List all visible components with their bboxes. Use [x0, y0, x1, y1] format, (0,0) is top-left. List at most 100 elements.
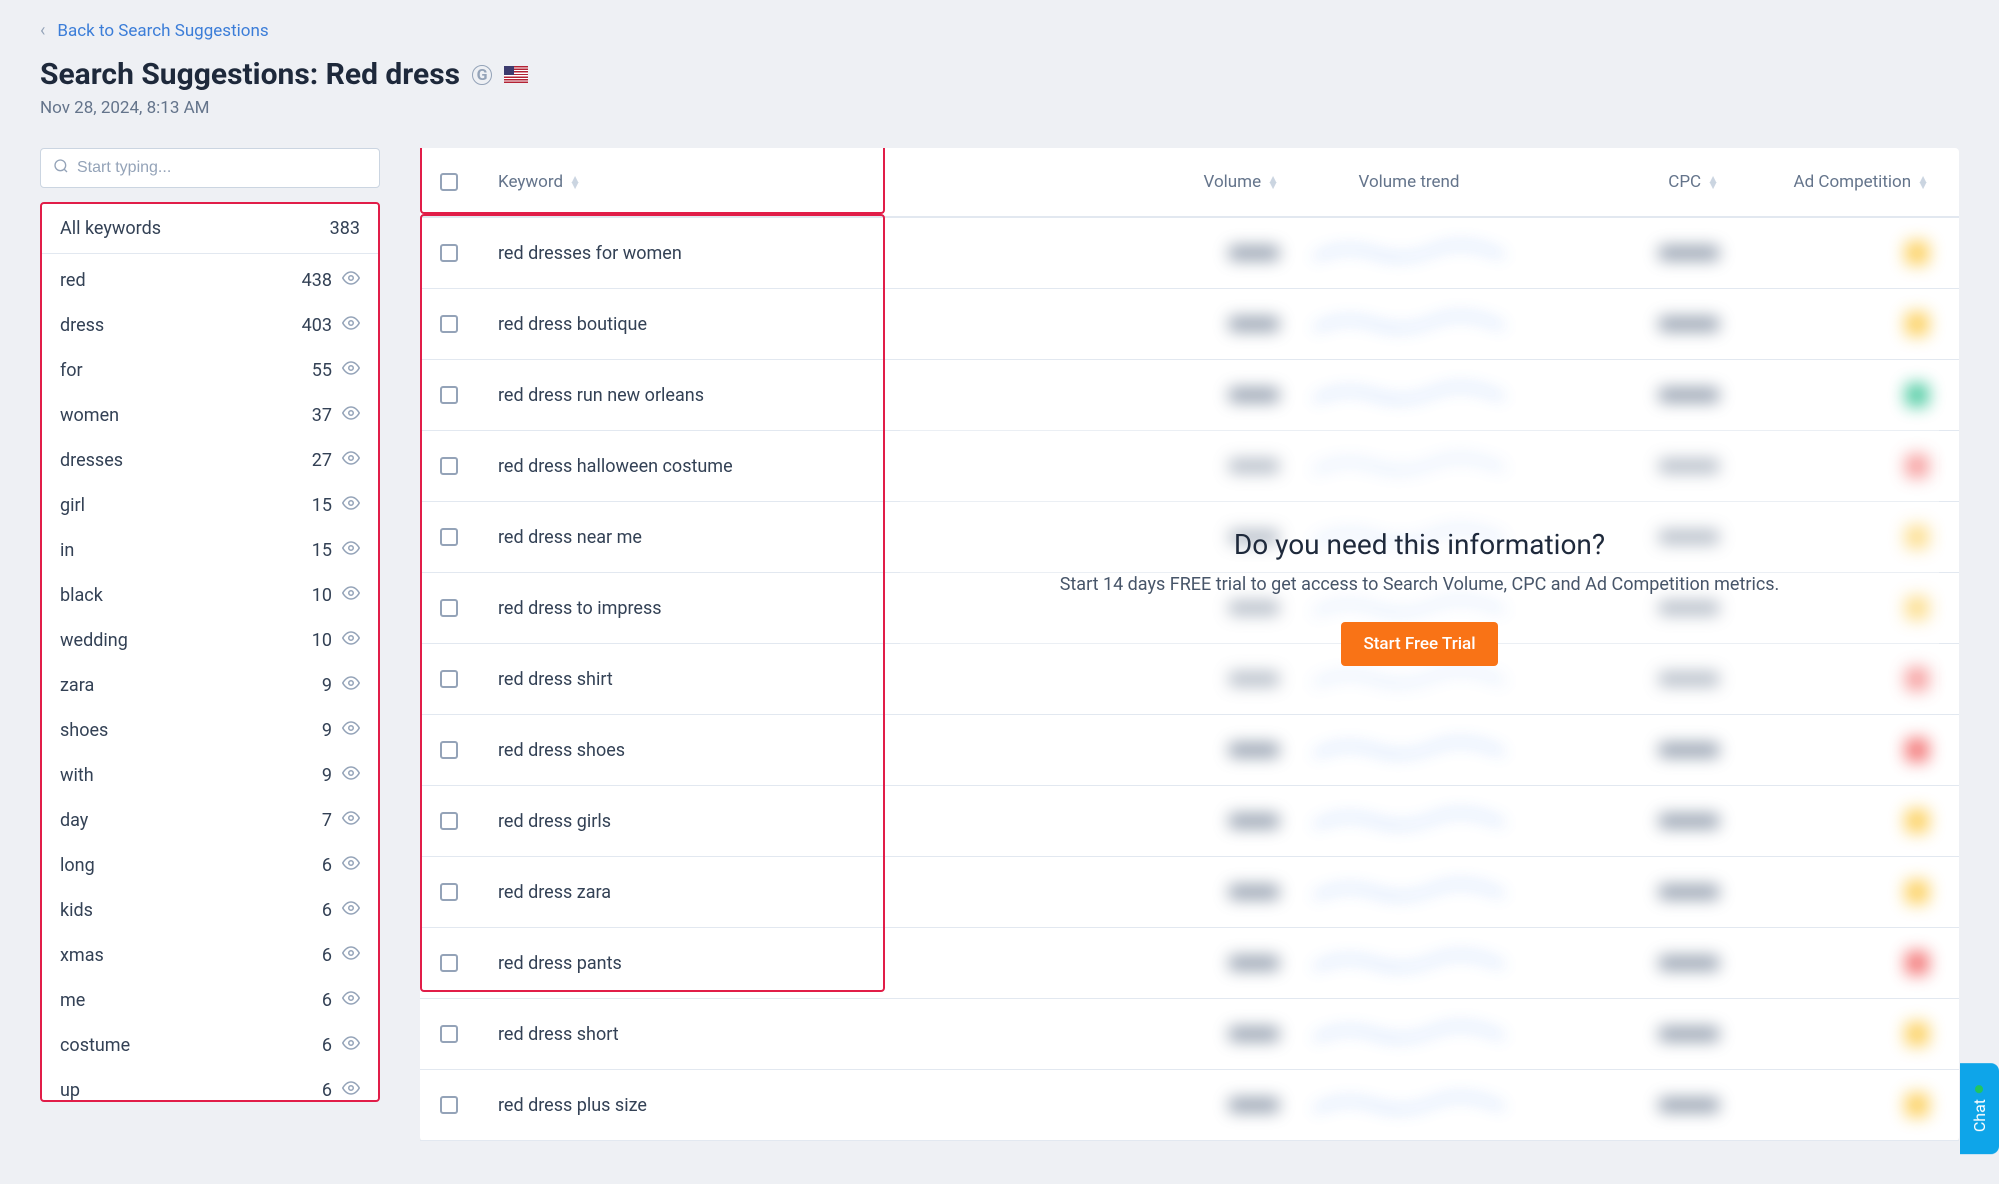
keyword-cell[interactable]: red dress short [498, 1024, 619, 1045]
keyword-filter-header[interactable]: All keywords 383 [42, 204, 378, 254]
keyword-filter-list[interactable]: red 438 dress 403 for 55 women 37 dresse… [42, 254, 378, 1100]
eye-icon[interactable] [342, 854, 360, 877]
keyword-filter-item[interactable]: me 6 [42, 978, 378, 1023]
google-icon: G [472, 65, 492, 85]
chat-tab[interactable]: Chat [1960, 1063, 1999, 1154]
keyword-cell[interactable]: red dress zara [498, 882, 611, 903]
cpc-cell-blurred [1659, 246, 1719, 260]
keyword-filter-item[interactable]: day 7 [42, 798, 378, 843]
keyword-filter-item[interactable]: costume 6 [42, 1023, 378, 1068]
eye-icon[interactable] [342, 899, 360, 922]
keyword-filter-item[interactable]: for 55 [42, 348, 378, 393]
keyword-filter-count: 9 [282, 675, 332, 696]
online-status-icon [1976, 1085, 1984, 1093]
volume-cell-blurred [1229, 1098, 1279, 1112]
row-checkbox[interactable] [440, 315, 458, 333]
row-checkbox[interactable] [440, 528, 458, 546]
eye-icon[interactable] [342, 584, 360, 607]
keyword-filter-item[interactable]: in 15 [42, 528, 378, 573]
eye-icon[interactable] [342, 944, 360, 967]
eye-icon[interactable] [342, 674, 360, 697]
keyword-filter-item[interactable]: girl 15 [42, 483, 378, 528]
start-trial-button[interactable]: Start Free Trial [1341, 622, 1497, 666]
timestamp: Nov 28, 2024, 8:13 AM [40, 98, 1959, 118]
keyword-filter-item[interactable]: dresses 27 [42, 438, 378, 483]
row-checkbox[interactable] [440, 244, 458, 262]
keyword-filter-item[interactable]: black 10 [42, 573, 378, 618]
eye-icon[interactable] [342, 1079, 360, 1100]
volume-cell-blurred [1229, 388, 1279, 402]
search-box[interactable] [40, 148, 380, 188]
eye-icon[interactable] [342, 629, 360, 652]
keyword-filter-item[interactable]: up 6 [42, 1068, 378, 1100]
keyword-filter-item[interactable]: wedding 10 [42, 618, 378, 663]
keyword-filter-item[interactable]: shoes 9 [42, 708, 378, 753]
eye-icon[interactable] [342, 404, 360, 427]
keyword-cell[interactable]: red dress run new orleans [498, 385, 704, 406]
eye-icon[interactable] [342, 719, 360, 742]
cpc-cell-blurred [1659, 814, 1719, 828]
sort-icon[interactable]: ▲▼ [569, 176, 581, 188]
search-input[interactable] [77, 159, 367, 177]
row-checkbox[interactable] [440, 741, 458, 759]
keyword-cell[interactable]: red dress plus size [498, 1095, 647, 1116]
row-checkbox[interactable] [440, 812, 458, 830]
row-checkbox[interactable] [440, 457, 458, 475]
competition-badge-blurred [1905, 951, 1929, 975]
cpc-cell-blurred [1659, 885, 1719, 899]
col-cpc-label[interactable]: CPC [1668, 172, 1701, 192]
eye-icon[interactable] [342, 449, 360, 472]
col-volume-label[interactable]: Volume [1204, 172, 1262, 192]
eye-icon[interactable] [342, 269, 360, 292]
row-checkbox[interactable] [440, 1025, 458, 1043]
keyword-filter-item[interactable]: kids 6 [42, 888, 378, 933]
row-checkbox[interactable] [440, 599, 458, 617]
eye-icon[interactable] [342, 314, 360, 337]
keyword-cell[interactable]: red dress to impress [498, 598, 662, 619]
keyword-filter-item[interactable]: with 9 [42, 753, 378, 798]
row-checkbox[interactable] [440, 670, 458, 688]
sort-icon[interactable]: ▲▼ [1267, 176, 1279, 188]
select-all-checkbox[interactable] [440, 173, 458, 191]
row-checkbox[interactable] [440, 386, 458, 404]
row-checkbox[interactable] [440, 1096, 458, 1114]
keyword-filter-item[interactable]: dress 403 [42, 303, 378, 348]
keyword-filter-count: 15 [282, 540, 332, 561]
eye-icon[interactable] [342, 359, 360, 382]
keyword-filter-label: dresses [60, 450, 282, 471]
keyword-cell[interactable]: red dress halloween costume [498, 456, 733, 477]
keyword-filter-item[interactable]: xmas 6 [42, 933, 378, 978]
keyword-filter-label: shoes [60, 720, 282, 741]
keyword-cell[interactable]: red dress boutique [498, 314, 647, 335]
col-keyword-label[interactable]: Keyword [498, 172, 563, 192]
eye-icon[interactable] [342, 1034, 360, 1057]
back-link[interactable]: ‹ Back to Search Suggestions [40, 20, 269, 41]
keyword-filter-box: All keywords 383 red 438 dress 403 for 5… [40, 202, 380, 1102]
eye-icon[interactable] [342, 764, 360, 787]
keyword-cell[interactable]: red dress near me [498, 527, 642, 548]
keyword-filter-label: for [60, 360, 282, 381]
sort-icon[interactable]: ▲▼ [1707, 176, 1719, 188]
col-competition-label[interactable]: Ad Competition [1794, 172, 1912, 192]
keyword-filter-item[interactable]: women 37 [42, 393, 378, 438]
keyword-filter-count: 6 [282, 855, 332, 876]
keyword-filter-label: long [60, 855, 282, 876]
eye-icon[interactable] [342, 539, 360, 562]
keyword-cell[interactable]: red dress shirt [498, 669, 613, 690]
cta-subtitle: Start 14 days FREE trial to get access t… [920, 571, 1919, 598]
row-checkbox[interactable] [440, 883, 458, 901]
keyword-cell[interactable]: red dress shoes [498, 740, 625, 761]
keyword-cell[interactable]: red dress girls [498, 811, 611, 832]
eye-icon[interactable] [342, 809, 360, 832]
keyword-filter-item[interactable]: zara 9 [42, 663, 378, 708]
keyword-filter-count: 9 [282, 720, 332, 741]
keyword-cell[interactable]: red dresses for women [498, 243, 682, 264]
keyword-filter-item[interactable]: long 6 [42, 843, 378, 888]
sort-icon[interactable]: ▲▼ [1917, 176, 1929, 188]
keyword-filter-label: women [60, 405, 282, 426]
keyword-cell[interactable]: red dress pants [498, 953, 622, 974]
eye-icon[interactable] [342, 494, 360, 517]
row-checkbox[interactable] [440, 954, 458, 972]
keyword-filter-item[interactable]: red 438 [42, 258, 378, 303]
eye-icon[interactable] [342, 989, 360, 1012]
